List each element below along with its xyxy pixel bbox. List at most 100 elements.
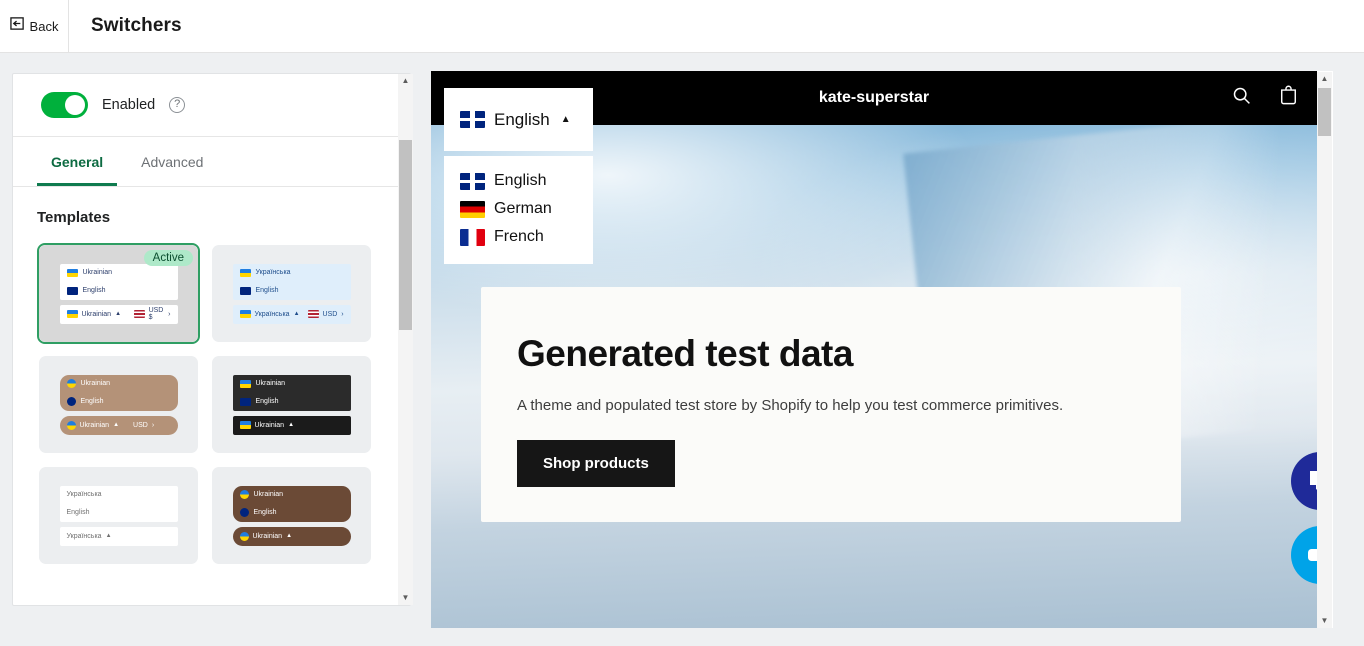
flag-ukraine-icon — [239, 310, 251, 318]
shop-products-button[interactable]: Shop products — [517, 440, 675, 487]
chevron-up-icon: ▲ — [115, 311, 122, 317]
template-language-label: English — [253, 509, 277, 516]
template-preview: Українська English Українська ▲ USD › — [212, 245, 371, 342]
template-language-label: Українська — [255, 269, 291, 276]
flag-ukraine-icon — [239, 421, 251, 429]
flag-ukraine-icon — [239, 531, 249, 541]
scrollbar-thumb[interactable] — [399, 140, 412, 330]
chevron-up-icon: ▲ — [105, 533, 112, 539]
template-bar-language-label: Українська — [66, 532, 102, 540]
store-name: kate-superstar — [818, 89, 930, 106]
template-bar-language-label: Ukrainian — [254, 421, 285, 429]
template-preview: Ukrainian English Ukrainian ▲ USD › — [39, 356, 198, 453]
flag-ukraine-icon — [66, 310, 78, 318]
enabled-row: Enabled ? — [13, 74, 410, 137]
scroll-up-arrow[interactable]: ▲ — [402, 74, 410, 88]
template-card[interactable]: Active Ukrainian English Ukrainian ▲ USD $ › — [37, 243, 200, 344]
flag-french-icon — [460, 228, 485, 246]
template-bar-currency-label: USD — [322, 310, 338, 318]
preview-scrollbar[interactable]: ▲ ▼ — [1317, 72, 1332, 628]
bottom-strip — [0, 628, 1364, 646]
language-option[interactable]: English — [444, 167, 593, 195]
language-option-label: French — [494, 228, 544, 245]
template-bar-language-label: Ukrainian — [79, 421, 110, 429]
flag-ukraine-icon — [239, 268, 251, 277]
tab-advanced[interactable]: Advanced — [127, 154, 217, 186]
question-mark-icon[interactable]: ? — [169, 97, 186, 113]
template-card[interactable]: Українська English Українська ▲ — [37, 465, 200, 566]
preview-scroll-up-arrow[interactable]: ▲ — [1321, 72, 1329, 86]
preview-scrollbar-thumb[interactable] — [1318, 88, 1331, 136]
search-icon[interactable] — [1231, 85, 1252, 111]
flag-us-icon — [133, 310, 145, 318]
template-bottom-bar: Ukrainian ▲ — [232, 526, 351, 546]
tab-bar: General Advanced — [13, 137, 410, 187]
template-language-row: Ukrainian — [60, 264, 178, 282]
chevron-up-icon: ▲ — [286, 533, 293, 539]
header-icons — [1231, 85, 1299, 112]
template-card[interactable]: Ukrainian English Ukrainian ▲ — [210, 465, 373, 566]
flag-english-icon — [460, 172, 485, 190]
flag-uk-icon — [66, 397, 76, 406]
back-button[interactable]: Back — [0, 0, 69, 52]
template-bar-language-label: Ukrainian — [81, 310, 112, 318]
flag-ukraine-icon — [66, 268, 78, 277]
back-arrow-icon — [9, 16, 25, 36]
template-language-list: Українська English — [232, 263, 351, 300]
language-option[interactable]: French — [444, 223, 593, 251]
active-badge: Active — [143, 250, 193, 266]
template-language-list: Ukrainian English — [232, 374, 351, 411]
template-language-row: English — [60, 282, 178, 300]
preview-scroll-down-arrow[interactable]: ▼ — [1321, 614, 1329, 628]
language-switcher-trigger[interactable]: English ▲ — [444, 88, 593, 151]
flag-uk-icon — [239, 508, 249, 517]
template-language-list: Українська English — [59, 485, 178, 522]
template-bar-language-label: Ukrainian — [252, 532, 283, 540]
enabled-toggle[interactable] — [41, 92, 88, 118]
template-bottom-bar: Українська ▲ — [59, 526, 178, 546]
hero-card: Generated test data A theme and populate… — [481, 287, 1181, 522]
template-language-label: Ukrainian — [82, 269, 113, 276]
templates-heading: Templates — [37, 209, 111, 226]
template-language-row: Ukrainian — [60, 375, 178, 393]
tab-general[interactable]: General — [37, 154, 118, 186]
chevron-up-icon: ▲ — [288, 422, 295, 428]
template-preview: Ukrainian English Ukrainian ▲ — [212, 467, 371, 564]
template-language-row: Українська — [233, 264, 351, 282]
template-language-label: Ukrainian — [253, 491, 284, 498]
back-label: Back — [29, 18, 59, 34]
template-language-row: English — [233, 282, 351, 300]
store-frame: kate-superstar Generated test data A the… — [431, 71, 1317, 628]
template-language-label: Українська — [66, 491, 102, 498]
flag-uk-icon — [66, 286, 78, 295]
template-bar-currency-label: USD — [133, 421, 148, 429]
flag-ukraine-icon — [66, 420, 76, 430]
template-language-label: English — [80, 398, 104, 405]
template-card[interactable]: Українська English Українська ▲ USD › — [210, 243, 373, 344]
language-option-label: German — [494, 200, 552, 217]
template-bottom-bar: Ukrainian ▲ USD › — [59, 415, 178, 435]
template-card[interactable]: Ukrainian English Ukrainian ▲ USD › — [37, 354, 200, 455]
template-bottom-bar: Ukrainian ▲ — [232, 415, 351, 435]
template-language-row: Українська — [60, 486, 178, 504]
chevron-right-icon: › — [341, 310, 344, 318]
template-language-row: Ukrainian — [233, 375, 351, 393]
flag-ukraine-icon — [239, 490, 249, 499]
template-language-label: English — [66, 509, 90, 516]
shopping-bag-icon[interactable] — [1278, 85, 1299, 112]
language-switcher-widget: English ▲ English German French — [444, 88, 593, 264]
language-option-label: English — [494, 172, 547, 189]
template-language-label: Ukrainian — [255, 380, 286, 387]
settings-panel-scrollbar[interactable]: ▲ ▼ — [398, 74, 413, 605]
flag-ukraine-icon — [239, 379, 251, 388]
language-option[interactable]: German — [444, 195, 593, 223]
scroll-down-arrow[interactable]: ▼ — [402, 591, 410, 605]
selected-language-label: English — [494, 109, 550, 129]
language-switcher-menu: English German French — [444, 156, 593, 264]
template-language-label: English — [255, 287, 279, 294]
top-bar: Back Switchers — [0, 0, 1364, 53]
flag-us-icon — [307, 310, 319, 318]
store-preview: kate-superstar Generated test data A the… — [431, 71, 1333, 628]
template-card[interactable]: Ukrainian English Ukrainian ▲ — [210, 354, 373, 455]
template-language-label: English — [82, 287, 106, 294]
